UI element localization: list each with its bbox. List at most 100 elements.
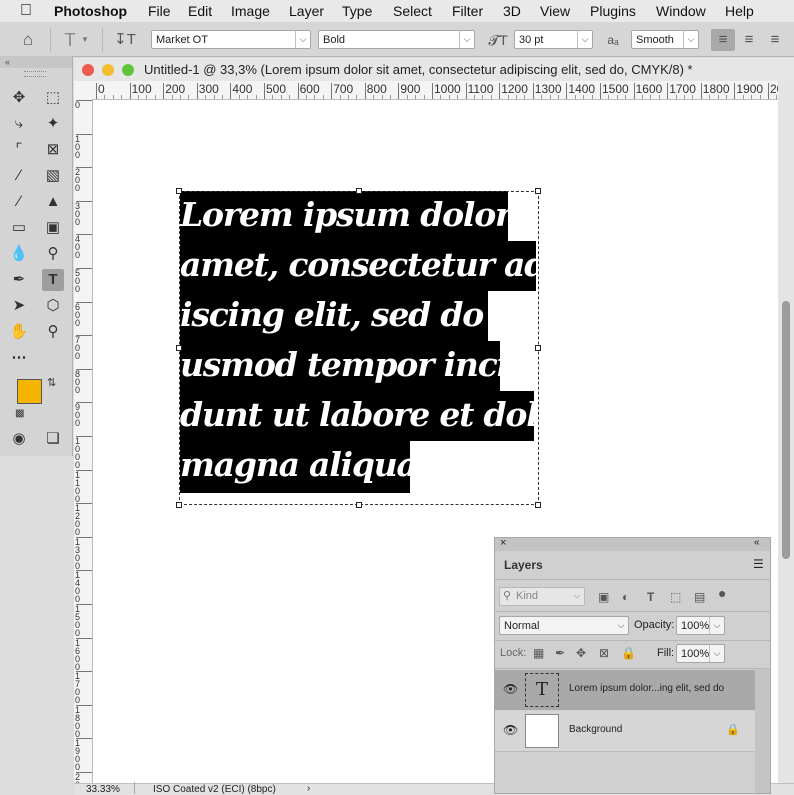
toggle-orientation-icon[interactable]: ↧T: [113, 29, 137, 51]
menu-layer[interactable]: Layer: [289, 3, 324, 19]
filter-toggle-icon[interactable]: ●: [718, 585, 726, 601]
lock-artboard-icon[interactable]: ⊠: [599, 646, 609, 660]
vertical-ruler[interactable]: 0 1 0 0 2 0 0 3 0 0 4 0 0 5 0 0 6 0 0 7 0 0 8 0 …: [74, 99, 93, 783]
path-selection-tool-icon[interactable]: ➤: [8, 295, 30, 317]
quick-mask-icon[interactable]: ◉: [8, 428, 30, 450]
menu-help[interactable]: Help: [725, 3, 754, 19]
apple-icon[interactable]: : [20, 2, 32, 20]
antialias-select[interactable]: Smooth ⌵: [631, 30, 699, 49]
lock-position-icon[interactable]: ✥: [576, 646, 586, 660]
more-tools-icon[interactable]: ⋯: [8, 347, 30, 369]
eye-icon[interactable]: 👁: [503, 723, 518, 737]
menu-plugins[interactable]: Plugins: [590, 3, 636, 19]
menu-view[interactable]: View: [540, 3, 570, 19]
eraser-tool-icon[interactable]: ▭: [8, 217, 30, 239]
panel-header-bar[interactable]: × «: [495, 537, 770, 551]
pixel-filter-icon[interactable]: ▣: [598, 590, 609, 604]
healing-brush-tool-icon[interactable]: ▧: [42, 165, 64, 187]
transform-handle[interactable]: [176, 502, 182, 508]
pen-tool-icon[interactable]: ✒: [8, 269, 30, 291]
foreground-color-swatch[interactable]: [17, 379, 42, 404]
menu-filter[interactable]: Filter: [452, 3, 483, 19]
home-icon[interactable]: ⌂: [16, 29, 40, 51]
frame-tool-icon[interactable]: ⊠: [42, 139, 64, 161]
zoom-tool-icon[interactable]: ⚲: [42, 321, 64, 343]
magic-wand-tool-icon[interactable]: ✦: [42, 113, 64, 135]
layer-row[interactable]: 👁 T Lorem ipsum dolor...ing elit, sed do: [495, 670, 755, 710]
text-line[interactable]: dunt ut labore et dolore: [180, 391, 534, 441]
panel-menu-icon[interactable]: ☰: [753, 557, 764, 571]
smart-object-filter-icon[interactable]: ▤: [694, 590, 705, 604]
swap-colors-icon[interactable]: ⇅: [47, 376, 56, 389]
transform-handle[interactable]: [535, 188, 541, 194]
text-line[interactable]: magna aliqua.: [180, 441, 410, 493]
text-line[interactable]: Lorem ipsum dolor sit: [180, 191, 508, 241]
layers-scrollbar[interactable]: [755, 669, 770, 793]
align-center-icon[interactable]: ≡: [737, 29, 761, 51]
stamp-tool-icon[interactable]: ▲: [42, 191, 64, 213]
font-size-select[interactable]: 30 pt ⌵: [514, 30, 593, 49]
menu-select[interactable]: Select: [393, 3, 432, 19]
crop-tool-icon[interactable]: ⌜: [8, 139, 30, 161]
shape-tool-icon[interactable]: ⬡: [42, 295, 64, 317]
app-menu[interactable]: Photoshop: [54, 3, 127, 19]
close-window-button[interactable]: [82, 64, 94, 76]
grip-handle[interactable]: [24, 71, 46, 77]
text-line[interactable]: usmod tempor incidi-: [180, 341, 500, 391]
blend-mode-select[interactable]: Normal ⌵: [499, 616, 629, 635]
horizontal-ruler[interactable]: 0 100 200 300 400 500 600 700 800 900 1000 1100 1200…: [92, 81, 778, 100]
text-line[interactable]: iscing elit, sed do ei-: [180, 291, 488, 341]
transform-handle[interactable]: [356, 502, 362, 508]
layer-row[interactable]: 👁 Background 🔒: [495, 711, 755, 752]
vertical-scrollbar[interactable]: [778, 81, 794, 783]
brush-tool-icon[interactable]: ∕: [8, 191, 30, 213]
chevron-down-icon[interactable]: ▼: [78, 29, 92, 51]
lock-image-pixels-icon[interactable]: ✒: [555, 646, 565, 660]
transform-handle[interactable]: [535, 345, 541, 351]
eye-icon[interactable]: 👁: [503, 682, 518, 696]
collapse-icon[interactable]: «: [0, 56, 72, 68]
document-tab[interactable]: Untitled-1 @ 33,3% (Lorem ipsum dolor si…: [74, 58, 794, 82]
ruler-origin[interactable]: [74, 81, 92, 99]
align-right-icon[interactable]: ≡: [763, 29, 787, 51]
menu-file[interactable]: File: [148, 3, 171, 19]
screen-mode-icon[interactable]: ❏: [42, 428, 64, 450]
zoom-level[interactable]: 33.33%: [86, 784, 120, 795]
shape-filter-icon[interactable]: ⬚: [670, 590, 681, 604]
transform-handle[interactable]: [356, 188, 362, 194]
menu-3d[interactable]: 3D: [503, 3, 521, 19]
lock-all-icon[interactable]: 🔒: [621, 646, 636, 660]
zoom-window-button[interactable]: [122, 64, 134, 76]
font-style-select[interactable]: Bold ⌵: [318, 30, 475, 49]
close-icon[interactable]: ×: [500, 537, 506, 549]
menu-window[interactable]: Window: [656, 3, 706, 19]
align-left-icon[interactable]: ≡: [711, 29, 735, 51]
text-line[interactable]: amet, consectetur adip-: [180, 241, 536, 291]
lasso-tool-icon[interactable]: ⤷: [8, 113, 30, 135]
default-colors-icon[interactable]: ▩: [15, 408, 24, 419]
fill-input[interactable]: 100% ⌵: [676, 644, 725, 663]
font-family-select[interactable]: Market OT ⌵: [151, 30, 311, 49]
transform-handle[interactable]: [176, 188, 182, 194]
marquee-tool-icon[interactable]: ⬚: [42, 87, 64, 109]
layer-name[interactable]: Lorem ipsum dolor...ing elit, sed do: [569, 683, 724, 694]
opacity-input[interactable]: 100% ⌵: [676, 616, 725, 635]
collapse-icon[interactable]: «: [754, 537, 760, 548]
type-filter-icon[interactable]: T: [647, 590, 654, 604]
transform-handle[interactable]: [176, 345, 182, 351]
eyedropper-tool-icon[interactable]: ∕: [8, 165, 30, 187]
layer-filter-select[interactable]: ⚲ Kind ⌵: [499, 587, 585, 606]
adjustment-filter-icon[interactable]: ◐: [622, 590, 629, 604]
menu-image[interactable]: Image: [231, 3, 270, 19]
scroll-thumb[interactable]: [782, 301, 790, 559]
lock-icon[interactable]: 🔒: [726, 723, 740, 736]
menu-edit[interactable]: Edit: [188, 3, 212, 19]
type-tool-icon[interactable]: T: [42, 269, 64, 291]
layer-name[interactable]: Background: [569, 724, 622, 735]
gradient-tool-icon[interactable]: ▣: [42, 217, 64, 239]
transform-handle[interactable]: [535, 502, 541, 508]
blur-tool-icon[interactable]: 💧: [8, 243, 30, 265]
dodge-tool-icon[interactable]: ⚲: [42, 243, 64, 265]
lock-transparent-pixels-icon[interactable]: ▦: [533, 646, 544, 660]
minimize-window-button[interactable]: [102, 64, 114, 76]
